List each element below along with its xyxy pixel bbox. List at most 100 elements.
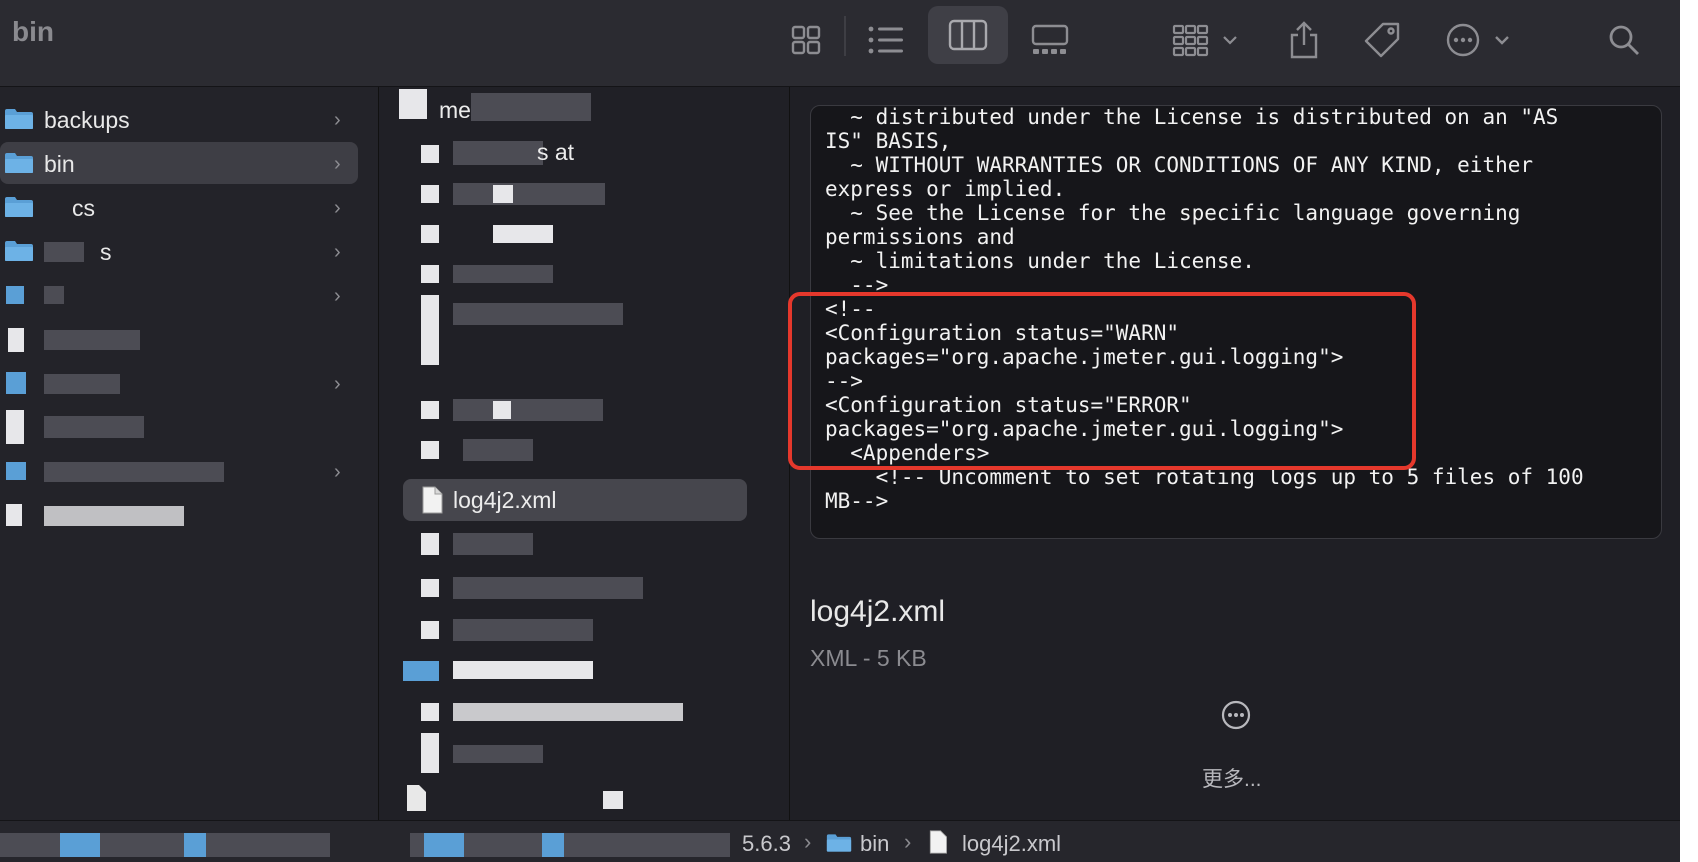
sidebar-item-label: bin	[44, 151, 75, 177]
redacted-block	[453, 533, 533, 555]
toolbar-separator	[844, 16, 846, 56]
redacted-block	[44, 286, 64, 304]
file-item-redacted[interactable]	[403, 567, 747, 609]
sidebar-item-label: s	[100, 239, 112, 265]
sidebar-item-redacted[interactable]	[0, 406, 358, 448]
file-item-log4j2-xml[interactable]: log4j2.xml	[403, 479, 747, 521]
file-item-redacted[interactable]	[403, 253, 747, 295]
file-icon	[421, 621, 439, 639]
path-bar: 5.6.3 › bin › log4j2.xml	[0, 820, 1680, 862]
redacted-block	[453, 745, 543, 763]
sidebar-item-label: backups	[44, 107, 130, 133]
file-label: me	[439, 97, 471, 123]
document-icon	[407, 785, 426, 811]
chevron-right-icon: ›	[334, 373, 341, 395]
file-item-redacted[interactable]	[403, 691, 747, 733]
redacted-block	[493, 225, 553, 243]
sidebar-item-backups[interactable]: backups ›	[0, 98, 358, 140]
document-icon	[929, 830, 947, 854]
sidebar-item-redacted[interactable]: ›	[0, 362, 358, 404]
breadcrumb-bin[interactable]: bin	[860, 831, 889, 857]
file-label: s at	[537, 139, 575, 165]
code-line: express or implied.	[825, 177, 1066, 201]
file-item-redacted[interactable]	[403, 649, 747, 691]
folder-icon	[5, 109, 33, 129]
code-line: ~ See the License for the specific langu…	[825, 201, 1521, 225]
share-icon[interactable]	[1284, 20, 1324, 60]
chevron-right-icon: ›	[334, 109, 341, 131]
list-view-icon[interactable]	[866, 20, 906, 60]
redacted-block	[6, 410, 24, 444]
breadcrumb-separator: ›	[904, 829, 912, 854]
folder-icon	[826, 834, 852, 852]
file-icon	[421, 145, 439, 163]
preview-pane: ~ distributed under the License is distr…	[788, 87, 1680, 820]
redacted-block	[453, 183, 605, 205]
redacted-block	[424, 833, 464, 857]
folder-icon	[403, 661, 439, 681]
file-icon	[421, 733, 439, 773]
sidebar-item-redacted[interactable]: ›	[0, 450, 358, 492]
search-icon[interactable]	[1604, 20, 1644, 60]
sidebar-item-bin[interactable]: bin ›	[0, 142, 358, 184]
redacted-block	[44, 416, 144, 438]
redacted-block	[44, 506, 184, 526]
chevron-right-icon: ›	[334, 197, 341, 219]
finder-window: bin backups › bin › cs › s › › › › me s …	[0, 0, 1680, 862]
redacted-block	[60, 833, 100, 857]
window-title: bin	[12, 16, 54, 47]
redacted-block	[453, 577, 643, 599]
folder-icon	[5, 153, 33, 173]
breadcrumb-version[interactable]: 5.6.3	[742, 831, 791, 857]
file-item-redacted[interactable]	[403, 173, 747, 215]
file-item-redacted[interactable]: s at	[403, 131, 747, 173]
file-item-redacted[interactable]: me	[399, 89, 747, 131]
more-button-label[interactable]: 更多...	[1202, 763, 1262, 793]
sidebar-item-redacted[interactable]	[0, 318, 358, 360]
file-item-redacted[interactable]	[403, 523, 747, 565]
file-item-redacted[interactable]	[403, 609, 747, 651]
file-item-redacted[interactable]	[403, 733, 747, 775]
sidebar-item-cs[interactable]: cs ›	[0, 186, 358, 228]
redacted-block	[493, 401, 511, 419]
redacted-block	[44, 462, 224, 482]
more-icon[interactable]	[1220, 699, 1252, 731]
more-actions-icon[interactable]	[1446, 20, 1516, 60]
sidebar-item-redacted[interactable]	[0, 494, 358, 536]
file-item-redacted[interactable]	[403, 777, 747, 819]
column-view-icon[interactable]	[928, 6, 1008, 64]
redacted-block	[542, 833, 564, 857]
sidebar-item-redacted[interactable]: ›	[0, 274, 358, 316]
group-icon[interactable]	[1172, 20, 1244, 60]
file-icon	[421, 441, 439, 459]
code-line: ~ limitations under the License.	[825, 249, 1255, 273]
folder-icon	[6, 462, 26, 480]
gallery-view-icon[interactable]	[1028, 20, 1072, 60]
file-label: log4j2.xml	[453, 487, 557, 513]
folder-icon	[6, 372, 26, 394]
redacted-block	[453, 703, 683, 721]
file-item-redacted[interactable]	[403, 295, 747, 365]
sidebar-item-redacted[interactable]: s ›	[0, 230, 358, 272]
redacted-block	[44, 242, 84, 262]
file-item-redacted[interactable]	[403, 213, 747, 255]
redacted-block	[0, 833, 330, 857]
code-line: ~ distributed under the License is distr…	[825, 105, 1559, 129]
chevron-right-icon: ›	[334, 461, 341, 483]
redacted-block	[44, 330, 140, 350]
file-icon	[421, 703, 439, 721]
file-icon	[421, 533, 439, 555]
chevron-right-icon: ›	[334, 285, 341, 307]
tag-icon[interactable]	[1362, 20, 1402, 60]
file-item-redacted[interactable]	[403, 429, 747, 471]
redacted-block	[603, 791, 623, 809]
background-window-edge	[1680, 0, 1698, 862]
file-item-redacted[interactable]	[403, 389, 747, 431]
redacted-block	[493, 185, 513, 203]
preview-file-meta: XML - 5 KB	[810, 645, 927, 671]
file-icon	[421, 579, 439, 597]
folder-icon	[5, 197, 33, 217]
grid-view-icon[interactable]	[786, 20, 826, 60]
breadcrumb-file[interactable]: log4j2.xml	[962, 831, 1061, 857]
code-line: permissions and	[825, 225, 1015, 249]
